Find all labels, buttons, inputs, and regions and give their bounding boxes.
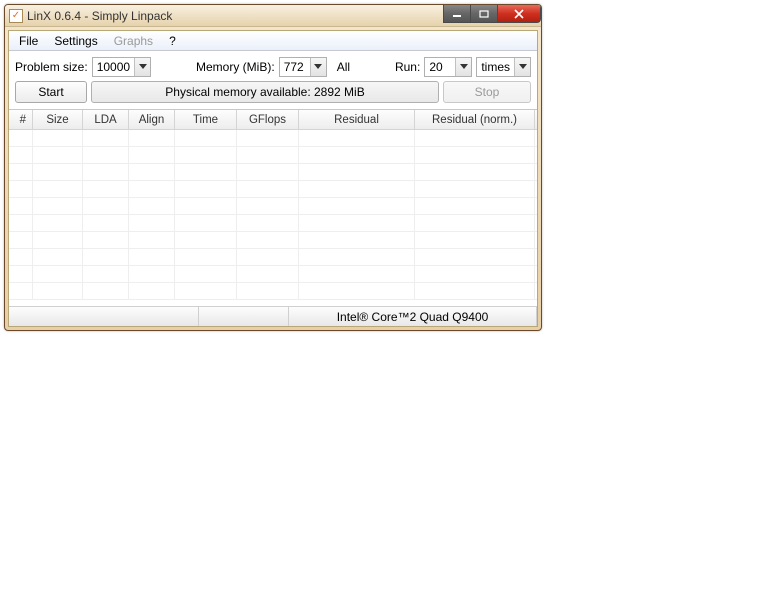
col-align[interactable]: Align (129, 110, 175, 129)
table-row (9, 266, 537, 283)
mode-value: times (477, 60, 514, 74)
problem-size-value: 10000 (93, 60, 134, 74)
memory-dropdown-icon[interactable] (310, 58, 326, 76)
menu-settings[interactable]: Settings (46, 32, 105, 50)
table-row (9, 283, 537, 300)
status-cpu: Intel® Core™2 Quad Q9400 (289, 307, 537, 326)
controls-row: Problem size: 10000 Memory (MiB): 772 Al… (9, 51, 537, 81)
grid-body[interactable] (9, 130, 537, 306)
menu-graphs[interactable]: Graphs (106, 32, 161, 50)
table-row (9, 147, 537, 164)
memory-combo[interactable]: 772 (279, 57, 327, 77)
memory-label: Memory (MiB): (196, 60, 275, 74)
col-time[interactable]: Time (175, 110, 237, 129)
chevron-down-icon (139, 64, 147, 70)
table-row (9, 249, 537, 266)
statusbar: Intel® Core™2 Quad Q9400 (9, 306, 537, 326)
col-residual-norm[interactable]: Residual (norm.) (415, 110, 535, 129)
client-area: File Settings Graphs ? Problem size: 100… (8, 30, 538, 327)
table-row (9, 164, 537, 181)
maximize-icon (479, 10, 489, 18)
menu-help[interactable]: ? (161, 32, 184, 50)
menu-file[interactable]: File (11, 32, 46, 50)
minimize-button[interactable] (443, 5, 471, 23)
maximize-button[interactable] (470, 5, 498, 23)
col-gflops[interactable]: GFlops (237, 110, 299, 129)
table-row (9, 215, 537, 232)
mode-dropdown-icon[interactable] (514, 58, 530, 76)
window-controls (444, 5, 541, 23)
chevron-down-icon (519, 64, 527, 70)
col-residual[interactable]: Residual (299, 110, 415, 129)
table-row (9, 181, 537, 198)
table-row (9, 198, 537, 215)
problem-size-label: Problem size: (15, 60, 88, 74)
run-value: 20 (425, 60, 455, 74)
stop-button[interactable]: Stop (443, 81, 531, 103)
grid-header: # Size LDA Align Time GFlops Residual Re… (9, 110, 537, 130)
app-icon (9, 9, 23, 23)
close-button[interactable] (497, 5, 541, 23)
menubar: File Settings Graphs ? (9, 31, 537, 51)
memory-value: 772 (280, 60, 310, 74)
col-number[interactable]: # (9, 110, 33, 129)
mode-combo[interactable]: times (476, 57, 531, 77)
close-icon (513, 9, 525, 19)
problem-size-dropdown-icon[interactable] (134, 58, 150, 76)
run-label: Run: (395, 60, 420, 74)
memory-status: Physical memory available: 2892 MiB (91, 81, 439, 103)
app-window: LinX 0.6.4 - Simply Linpack File Setting… (4, 4, 542, 331)
chevron-down-icon (314, 64, 322, 70)
table-row (9, 232, 537, 249)
minimize-icon (452, 10, 462, 18)
run-combo[interactable]: 20 (424, 57, 472, 77)
col-lda[interactable]: LDA (83, 110, 129, 129)
col-size[interactable]: Size (33, 110, 83, 129)
run-dropdown-icon[interactable] (455, 58, 471, 76)
table-row (9, 130, 537, 147)
status-cell-1 (9, 307, 199, 326)
buttons-row: Start Physical memory available: 2892 Mi… (9, 81, 537, 109)
window-title: LinX 0.6.4 - Simply Linpack (27, 9, 444, 23)
results-grid: # Size LDA Align Time GFlops Residual Re… (9, 109, 537, 306)
titlebar[interactable]: LinX 0.6.4 - Simply Linpack (5, 5, 541, 27)
all-label[interactable]: All (331, 60, 350, 74)
problem-size-combo[interactable]: 10000 (92, 57, 151, 77)
start-button[interactable]: Start (15, 81, 87, 103)
chevron-down-icon (460, 64, 468, 70)
status-cell-2 (199, 307, 289, 326)
